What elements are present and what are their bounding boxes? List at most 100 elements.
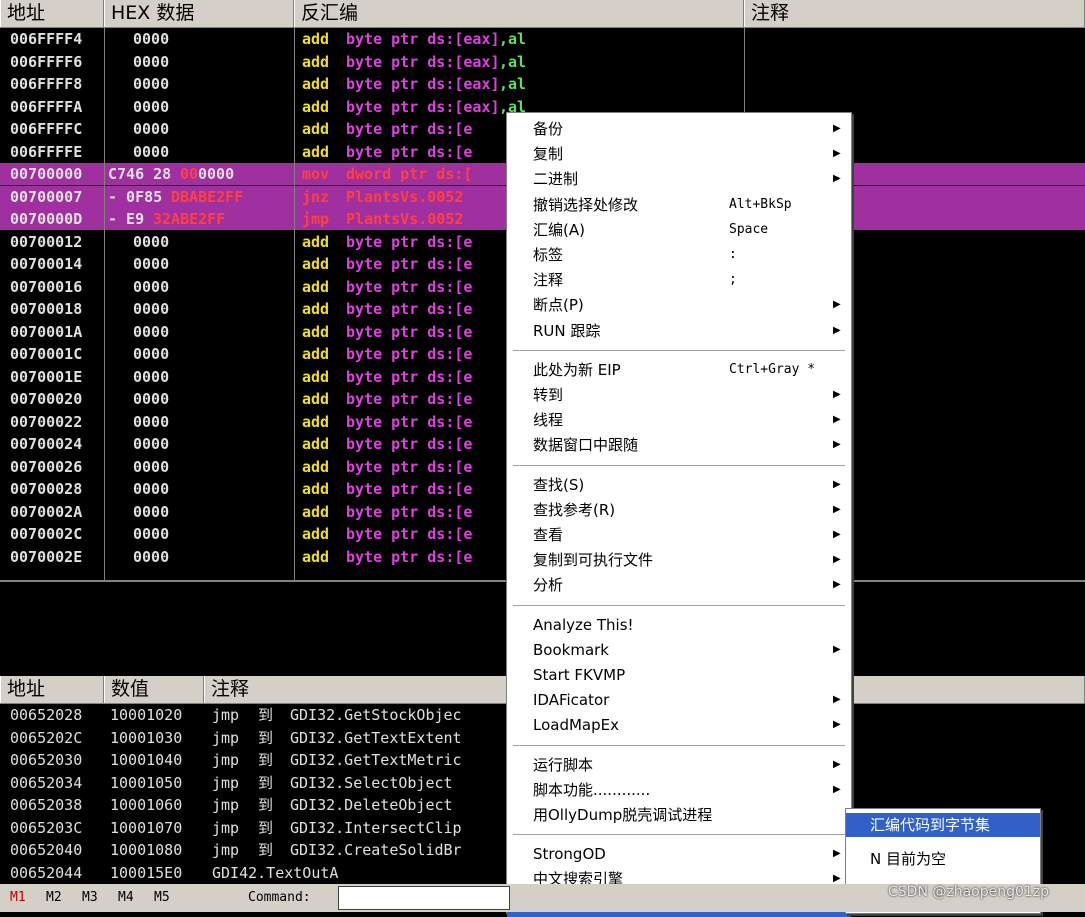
row-address: 00700026 [10,457,83,476]
menu-item-shortcut: Space [729,221,769,237]
stack-address: 00652038 [10,796,83,814]
stack-address: 00652044 [10,863,83,882]
col-address[interactable]: 地址 [0,0,104,27]
row-mnemonic: mov [302,165,330,183]
menu-item[interactable]: 转到 ▶ [507,383,851,407]
row-mnemonic: add [302,345,330,363]
m1-button[interactable]: M1 [10,890,26,905]
menu-item[interactable]: 运行脚本 ▶ [507,753,851,777]
row-mnemonic: add [302,255,330,273]
menu-item[interactable]: StrongOD ▶ [507,842,851,866]
col-disasm[interactable]: 反汇编 [294,0,744,27]
row-address: 0070001C [10,345,83,363]
stack-value: 10001050 [110,773,183,792]
row-hex: 0000 [133,75,170,93]
m4-button[interactable]: M4 [118,890,134,905]
row-address: 00700022 [10,412,83,431]
submenu-arrow-icon: ▶ [833,529,841,540]
submenu-arrow-icon: ▶ [833,579,841,591]
menu-item[interactable]: 查找参考(R) ▶ [507,498,851,522]
stack-address: 00652028 [10,706,83,724]
row-address: 006FFFF8 [10,75,83,93]
row-address: 00700014 [10,255,83,273]
menu-item-label: StrongOD [533,845,606,864]
row-operand2: ,al [499,75,527,93]
row-operand: PlantsVs.0052 [346,210,464,228]
stack-comment-target: GDI32.DeleteObject [290,796,453,814]
menu-item[interactable]: 复制到可执行文件 ▶ [507,548,851,572]
submenu-arrow-icon: ▶ [833,643,841,655]
submenu-item-label: 汇编代码到字节集 [870,816,991,834]
menu-item[interactable]: RUN 跟踪 ▶ [507,319,851,343]
row-hex: 0000 [133,547,170,566]
stack-comment-to: 到 [258,751,274,769]
menu-item-label: 查看 [533,526,564,544]
menu-item-label: RUN 跟踪 [533,321,601,340]
row-hex: 0000 [133,502,170,521]
m3-button[interactable]: M3 [82,890,98,905]
m5-button[interactable]: M5 [154,890,170,905]
stack-comment: jmp [212,728,240,747]
row-hex: 0000 [133,277,170,296]
col-comment[interactable]: 注释 [744,0,1085,27]
menu-item[interactable]: 撤销选择处修改 Alt+BkSp [507,193,851,217]
menu-item[interactable]: 二进制 ▶ [507,167,851,191]
column-divider [104,28,105,580]
row-address: 006FFFFA [10,97,83,116]
menu-item[interactable]: 脚本功能............ ▶ [507,778,851,802]
menu-item[interactable]: 用OllyDump脱壳调试进程 [507,803,851,827]
submenu-item[interactable]: 汇编代码到字节集 [846,813,1040,837]
disasm-row[interactable]: 006FFFF8 0000 add byte ptr ds:[eax] ,al [0,73,1085,95]
menu-separator [513,744,845,747]
menu-item[interactable]: IDAFicator ▶ [507,688,851,712]
menu-item[interactable]: LoadMapEx ▶ [507,713,851,737]
menu-item[interactable]: 复制 ▶ [507,142,851,166]
menu-item[interactable]: 汇编(A) Space [507,218,851,242]
menu-item[interactable]: 备份 ▶ [507,117,851,141]
menu-item[interactable]: 标签: [507,243,851,267]
disasm-row[interactable]: 006FFFF4 0000 add byte ptr ds:[eax] ,al [0,28,1085,50]
m2-button[interactable]: M2 [46,890,62,905]
menu-item-label: 二进制 [533,170,579,189]
menu-item-shortcut: Alt+BkSp [729,196,792,212]
submenu-arrow-icon: ▶ [833,783,841,795]
row-address: 00700018 [10,300,83,318]
submenu-arrow-icon: ▶ [833,719,841,731]
menu-item[interactable]: 断点(P) ▶ [507,293,851,317]
menu-item[interactable]: Analyze This! [507,613,851,637]
menu-item-label: 查找参考(R) [533,500,616,519]
row-operand: byte ptr ds:[eax] [346,52,500,71]
row-address: 0070002A [10,502,83,521]
row-mnemonic: add [302,525,330,543]
disasm-row[interactable]: 006FFFF6 0000 add byte ptr ds:[eax] ,al [0,51,1085,73]
command-input[interactable] [338,886,510,910]
submenu-arrow-icon: ▶ [833,299,841,311]
stack-value: 10001060 [110,796,183,814]
menu-item[interactable]: 分析 ▶ [507,573,851,597]
col-hex[interactable]: HEX 数据 [104,0,294,27]
submenu-arrow-icon: ▶ [833,848,841,860]
menu-item[interactable]: 数据窗口中跟随 ▶ [507,433,851,457]
row-mnemonic: add [302,412,330,431]
menu-item[interactable]: 查看 ▶ [507,523,851,547]
menu-item-label: 注释 [533,271,564,290]
menu-item[interactable]: 查找(S) ▶ [507,473,851,497]
submenu-arrow-icon: ▶ [833,324,841,336]
menu-item-label: Start FKVMP [533,666,626,684]
row-hex: 0000 [133,255,170,273]
menu-item[interactable]: 注释; [507,268,851,292]
menu-item[interactable]: 此处为新 EIP Ctrl+Gray * [507,358,851,382]
menu-item[interactable]: 线程 ▶ [507,408,851,432]
menu-item[interactable]: Bookmark ▶ [507,638,851,662]
row-operand: byte ptr ds:[e [346,412,473,431]
menu-item-label: 复制 [533,145,564,164]
submenu-arrow-icon: ▶ [833,478,841,490]
col-stack-address[interactable]: 地址 [0,676,104,703]
col-stack-value[interactable]: 数值 [104,676,204,703]
stack-value: 10001070 [110,818,183,837]
menu-item[interactable]: Start FKVMP [507,663,851,687]
row-hex: 0000 [133,457,170,476]
submenu-item[interactable]: N 目前为空 [846,847,1040,871]
row-address: 0070001E [10,367,83,386]
menu-item-label: 分析 [533,576,564,595]
